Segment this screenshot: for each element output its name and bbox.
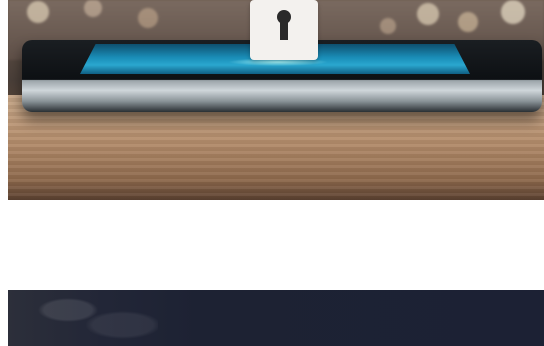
page <box>0 0 544 346</box>
keyhole-stem <box>280 20 288 40</box>
padlock-icon <box>250 0 318 60</box>
hero-image-tablet-lock[interactable] <box>8 0 544 200</box>
image-shadow-figure <box>28 290 158 346</box>
second-image-thumbnail[interactable] <box>8 290 544 346</box>
